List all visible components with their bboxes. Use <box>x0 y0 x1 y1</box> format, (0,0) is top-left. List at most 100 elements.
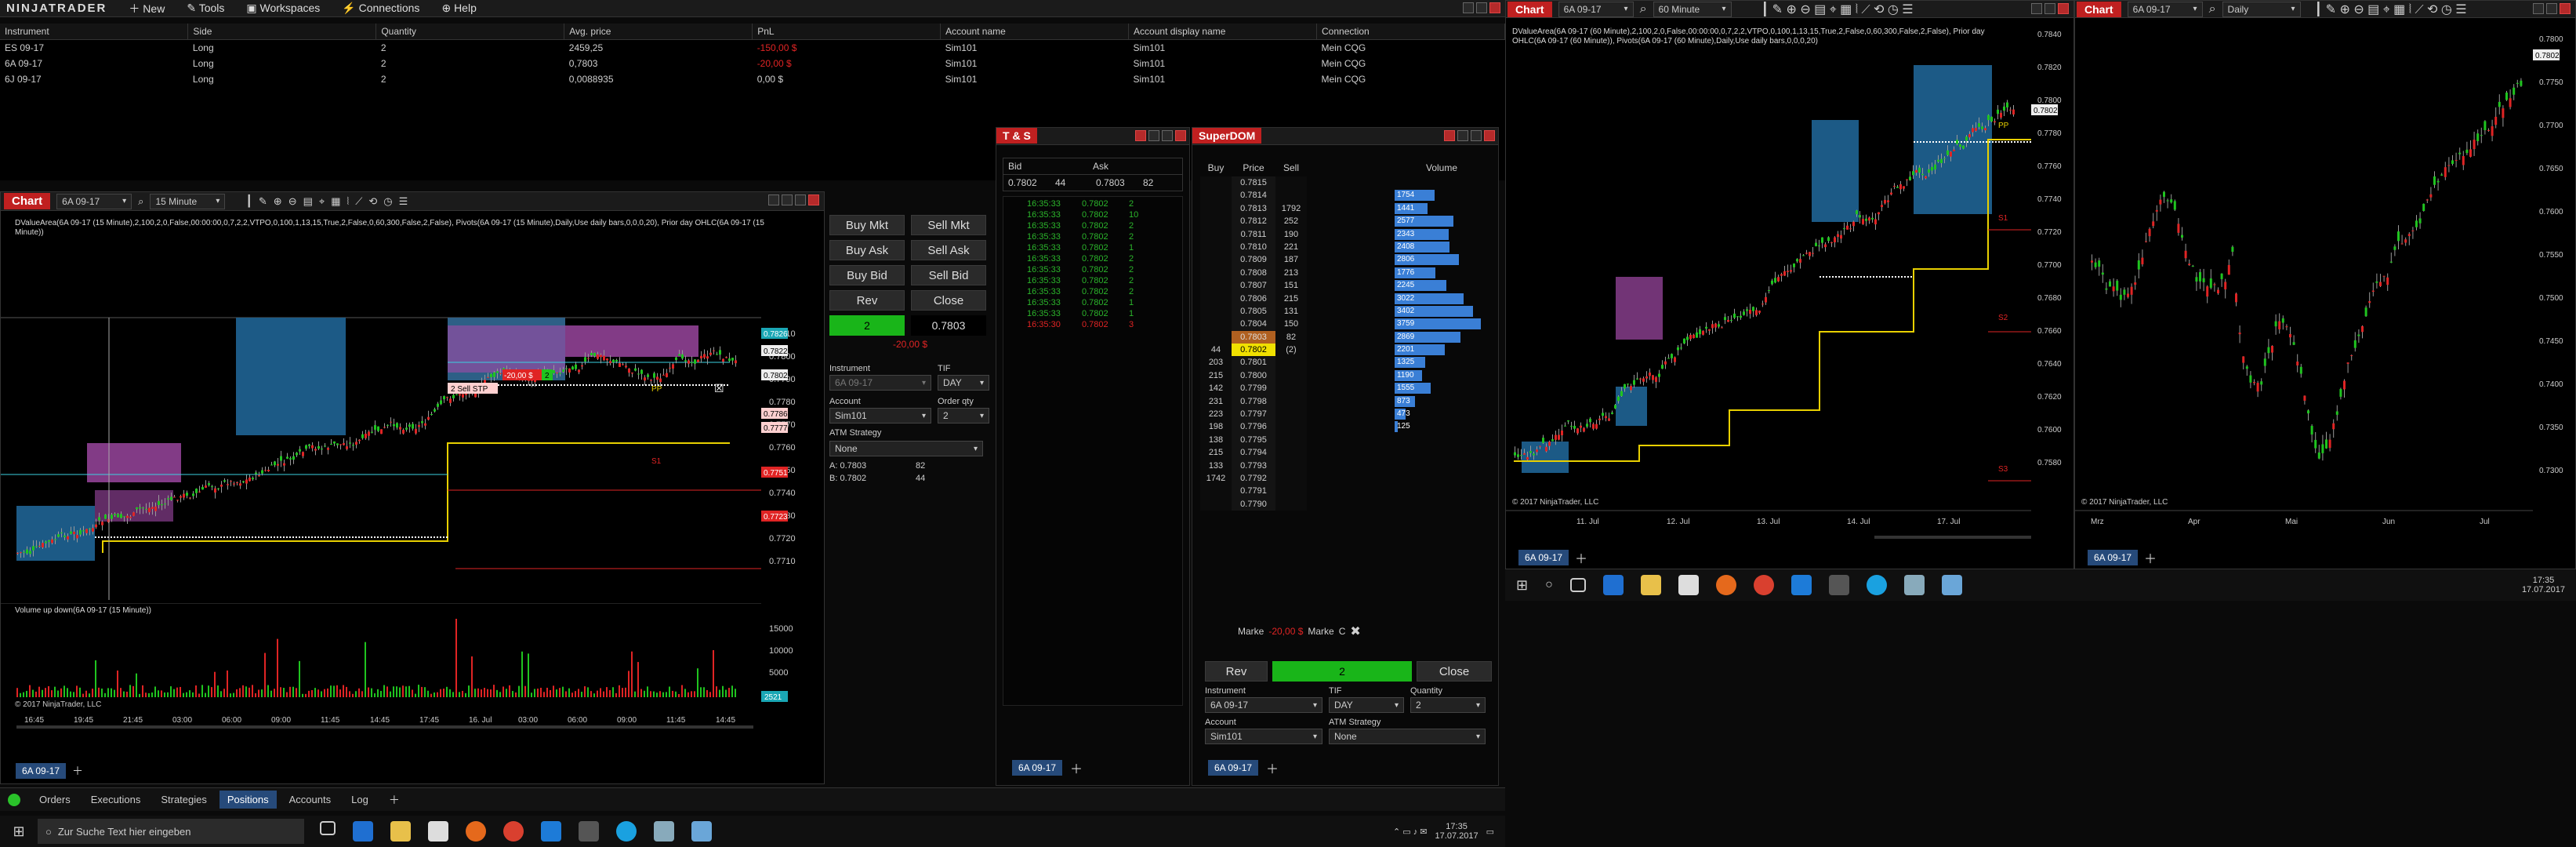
store-icon[interactable] <box>428 821 448 842</box>
dom-row[interactable]: 0.7790 <box>1200 497 1307 511</box>
dom-row[interactable]: 0.7811 190 <box>1200 227 1307 241</box>
dom-sell-cell[interactable] <box>1275 176 1307 190</box>
snapshot-icon[interactable]: ⟲ <box>368 195 377 208</box>
dom-market-sell[interactable]: Marke <box>1308 626 1333 637</box>
chrome-icon[interactable] <box>1753 575 1774 595</box>
tray-icons[interactable]: ⌃ ▭ ♪ ✉ <box>1393 827 1428 837</box>
dom-sell-cell[interactable]: 131 <box>1275 304 1307 318</box>
dom-row[interactable]: 215 0.7800 <box>1200 369 1307 383</box>
dom-buy-cell[interactable] <box>1200 330 1232 344</box>
firefox-icon[interactable] <box>1715 575 1736 595</box>
dom-sell-cell[interactable]: 151 <box>1275 279 1307 293</box>
bar-style-icon[interactable]: ┃ ✎ ⊕ ⊖ ▤ ⌖ ▦ ⦚ ⟋ ⟲ ◷ ☰ <box>1761 2 1914 17</box>
dom-price-cell[interactable]: 0.7800 <box>1232 369 1275 383</box>
dom-buy-cell[interactable] <box>1200 279 1232 293</box>
dom-row[interactable]: 0.7815 <box>1200 176 1307 190</box>
dom-buy-cell[interactable]: 1742 <box>1200 471 1232 485</box>
dom-sell-cell[interactable]: 252 <box>1275 215 1307 228</box>
chart2-interval-selector[interactable]: 60 Minute <box>1653 1 1732 17</box>
teamviewer-icon[interactable] <box>1791 575 1812 595</box>
dom-buy-cell[interactable] <box>1200 485 1232 498</box>
task-view-icon[interactable] <box>1569 578 1586 592</box>
dom-max[interactable] <box>1471 130 1482 141</box>
dom-row[interactable]: 203 0.7801 <box>1200 356 1307 369</box>
positions-col-header[interactable]: Side <box>187 24 377 40</box>
dom-buy-cell[interactable] <box>1200 266 1232 280</box>
dom-buy-cell[interactable] <box>1200 253 1232 267</box>
ts-link[interactable] <box>1135 130 1146 141</box>
notes-icon[interactable] <box>1941 575 1962 595</box>
skype-icon[interactable] <box>1866 575 1887 595</box>
dom-row[interactable]: 0.7805 131 <box>1200 304 1307 318</box>
ct-tif-selector[interactable]: DAY <box>938 375 989 391</box>
chart2-instrument-tab[interactable]: 6A 09-17 <box>1518 550 1569 565</box>
dom-price-cell[interactable]: 0.7796 <box>1232 420 1275 434</box>
dom-sell-cell[interactable] <box>1275 497 1307 511</box>
taskbar-search[interactable]: ○ Zur Suche Text hier eingeben <box>38 819 304 844</box>
dom-price-cell[interactable]: 0.7809 <box>1232 253 1275 267</box>
dom-price-cell[interactable]: 0.7803 <box>1232 330 1275 344</box>
dom-instrument-selector[interactable]: 6A 09-17 <box>1205 697 1322 713</box>
minimize-button[interactable] <box>1463 2 1474 13</box>
explorer-icon[interactable] <box>390 821 411 842</box>
chart2-instrument-selector[interactable]: 6A 09-17 <box>1558 1 1634 17</box>
zoom-out-icon[interactable]: ⊖ <box>288 195 297 208</box>
dom-sell-cell[interactable] <box>1275 446 1307 460</box>
search-icon[interactable]: ⌕ <box>2209 2 2216 16</box>
dom-price-cell[interactable]: 0.7806 <box>1232 292 1275 305</box>
zoom-in-icon[interactable]: ⊕ <box>274 195 282 208</box>
ts-close[interactable] <box>1175 130 1186 141</box>
buy-ask-button[interactable]: Buy Ask <box>829 240 905 260</box>
teamviewer-icon[interactable] <box>541 821 561 842</box>
chart2-min[interactable] <box>2031 3 2042 14</box>
tab-log[interactable]: Log <box>343 791 376 809</box>
data-box-icon[interactable]: ▦ <box>331 195 340 208</box>
dom-buy-cell[interactable] <box>1200 227 1232 241</box>
interval-selector[interactable]: 15 Minute <box>150 193 226 209</box>
dom-row[interactable]: 142 0.7799 <box>1200 382 1307 395</box>
dom-buy-cell[interactable] <box>1200 292 1232 305</box>
position-row[interactable]: 6J 09-17 Long 2 0,0088935 0,00 $ Sim101 Sim101… <box>0 71 1505 87</box>
explorer-icon[interactable] <box>1640 575 1661 595</box>
positions-col-header[interactable]: Connection <box>1316 24 1505 40</box>
search-icon[interactable]: ⌕ <box>1640 2 1647 16</box>
dom-row[interactable]: 0.7807 151 <box>1200 279 1307 293</box>
ct-account-selector[interactable]: Sim101 <box>829 408 931 424</box>
chart3-price-panel[interactable]: 0.7800 0.7750 0.7700 0.7650 0.7600 0.7550 0.75… <box>2075 18 2575 543</box>
positions-col-header[interactable]: PnL <box>752 24 942 40</box>
dom-row[interactable]: 198 0.7796 <box>1200 420 1307 434</box>
maximize-button[interactable] <box>1476 2 1487 13</box>
chart3-instrument-tab[interactable]: 6A 09-17 <box>2088 550 2139 565</box>
dom-price-cell[interactable]: 0.7804 <box>1232 318 1275 331</box>
dom-sell-cell[interactable]: 213 <box>1275 266 1307 280</box>
store-icon[interactable] <box>1678 575 1699 595</box>
dom-sell-cell[interactable]: (2) <box>1275 344 1307 357</box>
add-tab-icon[interactable]: ＋ <box>2144 548 2157 567</box>
dom-price-cell[interactable]: 0.7793 <box>1232 459 1275 472</box>
cortana-icon[interactable]: ○ <box>1545 578 1553 592</box>
dom-sell-cell[interactable] <box>1275 433 1307 447</box>
menu-connections[interactable]: ⚡ Connections <box>331 2 430 15</box>
chart1-close[interactable] <box>808 194 819 205</box>
dom-price-cell[interactable]: 0.7811 <box>1232 227 1275 241</box>
dom-close[interactable] <box>1484 130 1495 141</box>
positions-col-header[interactable]: Account display name <box>1128 24 1317 40</box>
dom-row[interactable]: 0.7804 150 <box>1200 318 1307 331</box>
dom-buy-cell[interactable] <box>1200 318 1232 331</box>
chart3-instrument-selector[interactable]: 6A 09-17 <box>2127 1 2203 17</box>
dom-price-cell[interactable]: 0.7790 <box>1232 497 1275 511</box>
dom-row[interactable]: 0.7810 221 <box>1200 240 1307 254</box>
timer-icon[interactable]: ◷ <box>383 195 392 208</box>
tab-accounts[interactable]: Accounts <box>281 791 339 809</box>
taskbar2-clock[interactable]: 17:35 17.07.2017 <box>2522 576 2576 594</box>
dom-buy-cell[interactable]: 133 <box>1200 459 1232 472</box>
ninjatrader-icon[interactable] <box>1828 575 1849 595</box>
close-button[interactable] <box>1489 2 1500 13</box>
crosshair-icon[interactable]: ⌖ <box>319 195 325 208</box>
dom-sell-cell[interactable] <box>1275 369 1307 383</box>
positions-col-header[interactable]: Quantity <box>376 24 565 40</box>
windows-start-icon[interactable]: ⊞ <box>1516 577 1528 594</box>
dom-sell-cell[interactable]: 190 <box>1275 227 1307 241</box>
buy-mkt-button[interactable]: Buy Mkt <box>829 215 905 235</box>
dom-sell-cell[interactable] <box>1275 189 1307 202</box>
